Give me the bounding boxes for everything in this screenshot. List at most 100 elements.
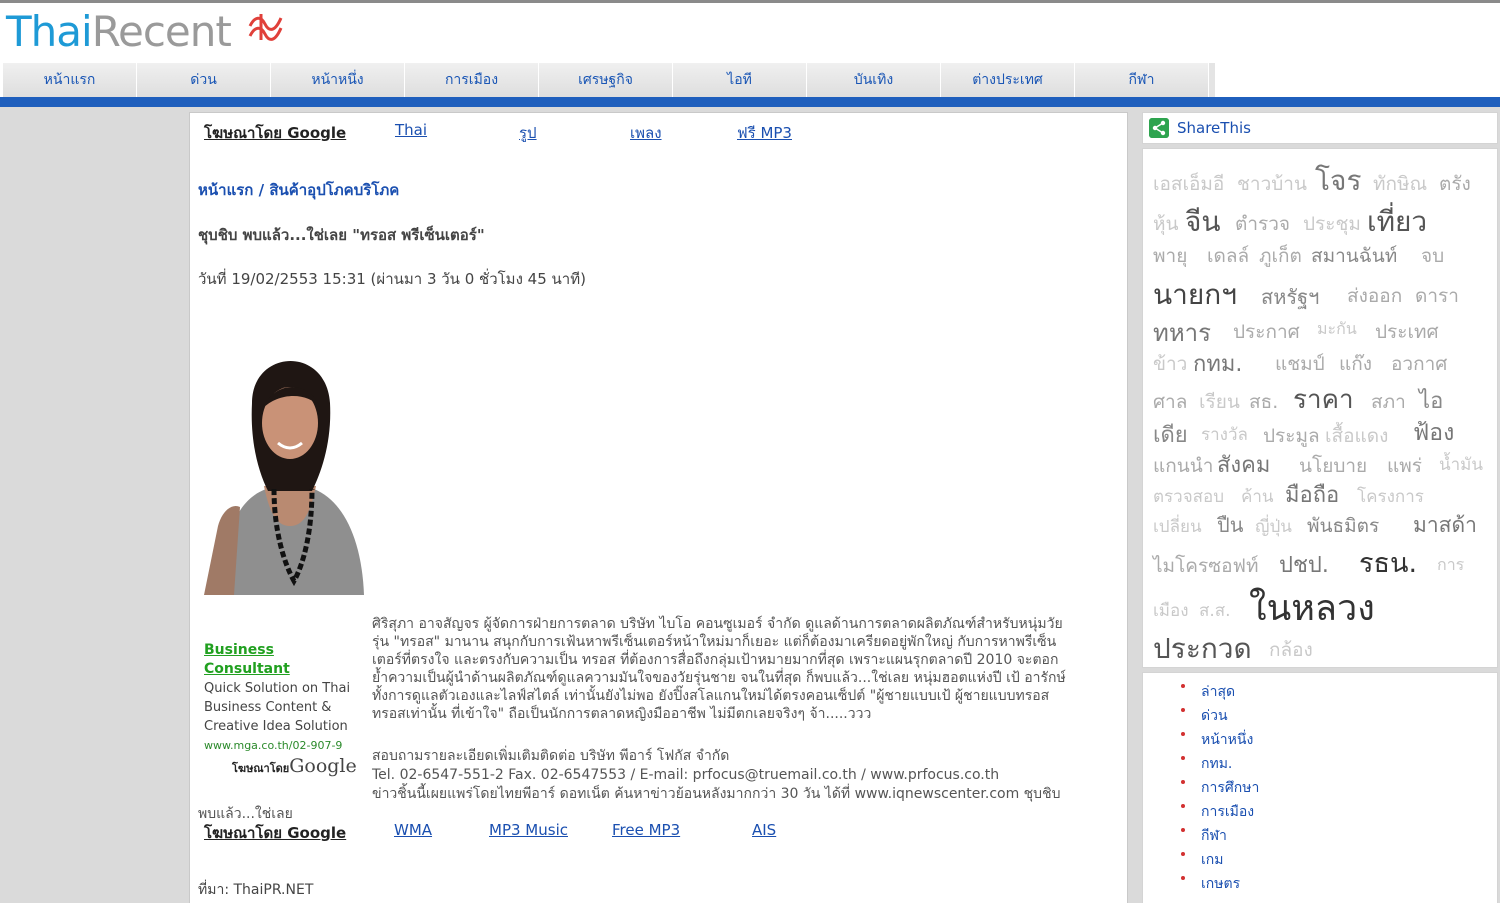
tag-cloud-word[interactable]: ญี่ปุ่น xyxy=(1255,513,1292,540)
tag-cloud-word[interactable]: ส.ส. xyxy=(1199,597,1231,624)
ad-link-mp3-music[interactable]: MP3 Music xyxy=(489,821,568,839)
tag-cloud-word[interactable]: เดลล์ xyxy=(1207,241,1249,271)
nav-economy[interactable]: เศรษฐกิจ xyxy=(539,63,673,97)
tag-cloud-word[interactable]: แกนนำ xyxy=(1153,451,1213,481)
ad-link-free-mp3[interactable]: ฟรี MP3 xyxy=(737,121,792,145)
ads-by-google-link[interactable]: โฆษณาโดย Google xyxy=(204,121,346,145)
tag-cloud-word[interactable]: จบ xyxy=(1421,241,1444,271)
ad-link-music[interactable]: เพลง xyxy=(630,121,662,145)
tag-cloud-word[interactable]: กทม. xyxy=(1193,346,1242,381)
tag-cloud-word[interactable]: ค้าน xyxy=(1241,483,1274,510)
category-breaking[interactable]: ด่วน xyxy=(1201,705,1228,727)
category-agriculture[interactable]: เกษตร xyxy=(1201,873,1240,895)
tag-cloud-word[interactable]: ศาล xyxy=(1153,387,1187,417)
tag-cloud-word[interactable]: เดีย xyxy=(1153,417,1188,452)
tag-cloud-word[interactable]: จีน xyxy=(1185,200,1221,244)
tag-cloud-word[interactable]: แชมป์ xyxy=(1275,349,1325,379)
tag-cloud-word[interactable]: ตรัง xyxy=(1439,169,1471,199)
ad-url[interactable]: www.mga.co.th/02-907-9 xyxy=(204,736,364,755)
tag-cloud-word[interactable]: รางวัล xyxy=(1201,421,1248,448)
breadcrumb-home[interactable]: หน้าแรก xyxy=(198,181,253,199)
tag-cloud-word[interactable]: ประชุม xyxy=(1303,209,1361,239)
share-bar[interactable]: ShareThis xyxy=(1142,112,1498,144)
tag-cloud-word[interactable]: เอสเอ็มอี xyxy=(1153,169,1224,199)
tag-cloud-word[interactable]: ประเทศ xyxy=(1375,317,1439,347)
ads-by-google-badge[interactable]: โฆษณาโดยGoogle xyxy=(232,755,357,777)
tag-cloud-word[interactable]: ตรวจสอบ xyxy=(1153,483,1224,510)
ad-link-free-mp3[interactable]: Free MP3 xyxy=(612,821,680,839)
nav-sports[interactable]: กีฬา xyxy=(1075,63,1209,97)
ad-link-thai[interactable]: Thai xyxy=(395,121,427,139)
tag-cloud-word[interactable]: ประกวด xyxy=(1153,627,1252,671)
tag-cloud-word[interactable]: หุ้น xyxy=(1153,209,1179,239)
tag-cloud-word[interactable]: ทักษิณ xyxy=(1373,169,1427,199)
tag-cloud-word[interactable]: ราคา xyxy=(1293,379,1354,420)
nav-breaking[interactable]: ด่วน xyxy=(137,63,271,97)
tag-cloud-word[interactable]: น้ำมัน xyxy=(1439,451,1483,478)
ads-by-google-link[interactable]: โฆษณาโดย Google xyxy=(204,821,346,845)
tag-cloud-word[interactable]: ตำรวจ xyxy=(1235,209,1290,239)
nav-front-page[interactable]: หน้าหนึ่ง xyxy=(271,63,405,97)
tag-cloud-word[interactable]: ประมูล xyxy=(1263,421,1320,451)
list-bullet xyxy=(1181,876,1185,880)
tag-cloud-word[interactable]: พันธมิตร xyxy=(1307,511,1379,541)
tag-cloud-word[interactable]: นายกฯ xyxy=(1153,273,1237,317)
tag-cloud-word[interactable]: แก๊ง xyxy=(1339,349,1372,379)
category-games[interactable]: เกม xyxy=(1201,849,1224,871)
tag-cloud-word[interactable]: ปืน xyxy=(1217,509,1243,541)
breadcrumb-category[interactable]: สินค้าอุปโภคบริโภค xyxy=(269,181,399,199)
tag-cloud-word[interactable]: ในหลวง xyxy=(1249,579,1375,636)
category-latest[interactable]: ล่าสุด xyxy=(1201,681,1235,703)
category-education[interactable]: การศึกษา xyxy=(1201,777,1259,799)
tag-cloud-word[interactable]: ภูเก็ต xyxy=(1259,241,1302,271)
tag-cloud-word[interactable]: มือถือ xyxy=(1285,477,1339,512)
tag-cloud-word[interactable]: เที่ยว xyxy=(1367,200,1427,244)
tag-cloud-word[interactable]: ประกาศ xyxy=(1233,317,1300,347)
tag-cloud-word[interactable]: โครงการ xyxy=(1357,483,1424,510)
tag-cloud-word[interactable]: อวกาศ xyxy=(1391,349,1447,379)
tag-cloud-word[interactable]: มาสด้า xyxy=(1413,509,1477,542)
tag-cloud-word[interactable]: เปลี่ยน xyxy=(1153,513,1202,540)
tag-cloud-word[interactable]: ส่งออก xyxy=(1347,281,1402,311)
tag-cloud-word[interactable]: ไอ xyxy=(1419,383,1443,418)
tag-cloud-word[interactable]: เรียน xyxy=(1199,387,1240,417)
tag-cloud-word[interactable]: ปชป. xyxy=(1279,547,1329,582)
tag-cloud-word[interactable]: สภา xyxy=(1371,387,1406,417)
nav-home[interactable]: หน้าแรก xyxy=(3,63,137,97)
ad-link-ais[interactable]: AIS xyxy=(752,821,776,839)
nav-politics[interactable]: การเมือง xyxy=(405,63,539,97)
tag-cloud-word[interactable]: รธน. xyxy=(1359,541,1417,584)
tag-cloud-word[interactable]: การ xyxy=(1437,553,1464,578)
ad-title-link[interactable]: Business Consultant xyxy=(204,641,364,679)
tag-cloud-word[interactable]: โจร xyxy=(1315,159,1361,203)
tag-cloud-word[interactable]: กล้อง xyxy=(1269,635,1313,665)
category-front-page[interactable]: หน้าหนึ่ง xyxy=(1201,729,1253,751)
ad-link-photo[interactable]: รูป xyxy=(519,121,537,145)
tag-cloud-word[interactable]: ข้าว xyxy=(1153,349,1187,379)
nav-it[interactable]: ไอที xyxy=(673,63,807,97)
tag-cloud-word[interactable]: สังคม xyxy=(1217,447,1270,482)
ad-link-wma[interactable]: WMA xyxy=(394,821,432,839)
nav-entertainment[interactable]: บันเทิง xyxy=(807,63,941,97)
category-politics[interactable]: การเมือง xyxy=(1201,801,1254,823)
logo-recent-text: Recent xyxy=(91,7,232,56)
category-bangkok[interactable]: กทม. xyxy=(1201,753,1232,775)
list-bullet xyxy=(1181,756,1185,760)
tag-cloud-word[interactable]: ไมโครซอฟท์ xyxy=(1153,551,1258,581)
tag-cloud-word[interactable]: เมือง xyxy=(1153,597,1189,624)
tag-cloud-word[interactable]: สมานฉันท์ xyxy=(1311,241,1397,271)
article-body-line: ศิริสุภา อาจสัญจร ผู้จัดการฝ่ายการตลาด บ… xyxy=(372,616,1063,632)
site-logo[interactable]: ThaiRecent xyxy=(6,7,232,57)
tag-cloud-word[interactable]: มะกัน xyxy=(1317,317,1357,342)
tag-cloud-word[interactable]: ชาวบ้าน xyxy=(1237,169,1307,199)
tag-cloud-word[interactable]: ฟ้อง xyxy=(1413,415,1454,451)
article-headline: ชุบชิบ พบแล้ว...ใช่เลย "ทรอส พรีเซ็นเตอร… xyxy=(198,226,485,244)
tag-cloud-word[interactable]: เสื้อแดง xyxy=(1325,421,1388,451)
tag-cloud-word[interactable]: ดารา xyxy=(1415,281,1459,311)
nav-international[interactable]: ต่างประเทศ xyxy=(941,63,1075,97)
tag-cloud-word[interactable]: สธ. xyxy=(1249,387,1278,417)
tag-cloud-word[interactable]: แพร่ xyxy=(1387,451,1422,481)
category-sports[interactable]: กีฬา xyxy=(1201,825,1227,847)
tag-cloud-word[interactable]: พายุ xyxy=(1153,241,1187,271)
tag-cloud-word[interactable]: สหรัฐฯ xyxy=(1261,281,1319,313)
